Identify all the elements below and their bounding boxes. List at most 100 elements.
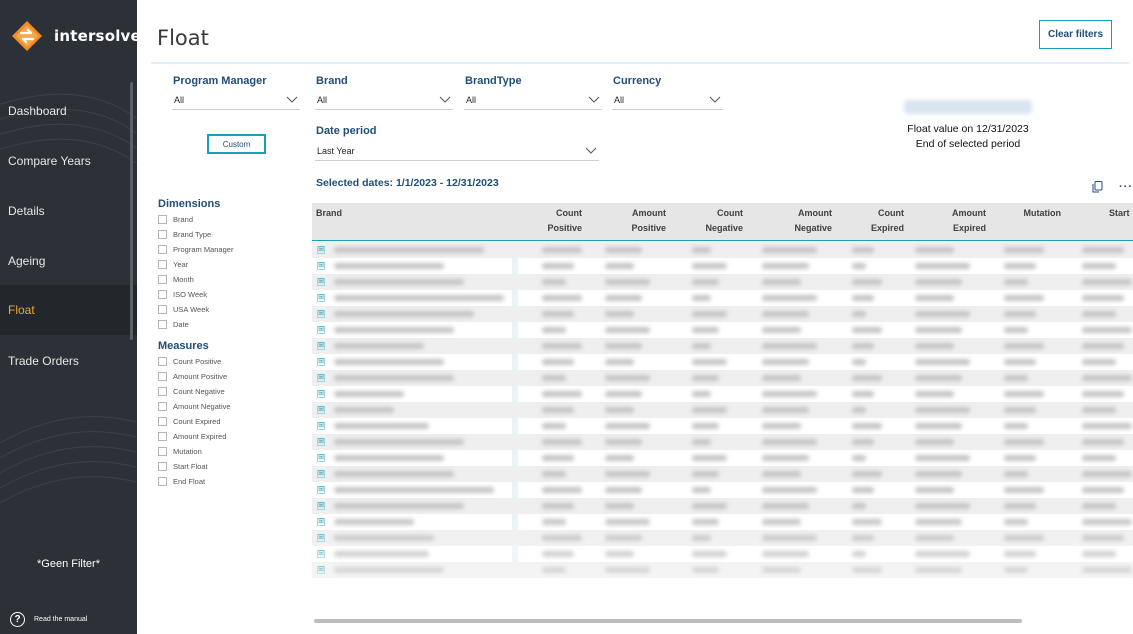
brand-dropdown[interactable]: All — [315, 91, 453, 110]
brandtype-dropdown[interactable]: All — [464, 91, 602, 110]
copy-icon[interactable] — [1092, 181, 1103, 193]
more-options-icon[interactable]: ··· — [1119, 181, 1133, 193]
column-header-amount-expired[interactable]: Amount Expired — [952, 206, 986, 236]
expand-row-icon[interactable]: ⊞ — [317, 486, 325, 494]
expand-row-icon[interactable]: ⊞ — [317, 422, 325, 430]
checkbox[interactable] — [158, 290, 167, 299]
table-row[interactable]: ⊞ — [312, 434, 1133, 450]
measure-option-start-float[interactable]: Start Float — [158, 459, 231, 474]
checkbox[interactable] — [158, 357, 167, 366]
expand-row-icon[interactable]: ⊞ — [317, 294, 325, 302]
measure-option-amount-expired[interactable]: Amount Expired — [158, 429, 231, 444]
column-header-count-expired[interactable]: Count Expired — [871, 206, 904, 236]
measure-option-amount-positive[interactable]: Amount Positive — [158, 369, 231, 384]
dimension-option-month[interactable]: Month — [158, 272, 233, 287]
read-manual-link[interactable]: ? Read the manual — [10, 612, 87, 627]
dimension-option-date[interactable]: Date — [158, 317, 233, 332]
table-row[interactable]: ⊞ — [312, 322, 1133, 338]
nav-item-dashboard[interactable]: Dashboard — [0, 86, 137, 136]
table-row[interactable]: ⊞ — [312, 354, 1133, 370]
table-row[interactable]: ⊞ — [312, 418, 1133, 434]
nav-item-float[interactable]: Float — [0, 285, 137, 335]
measure-option-count-positive[interactable]: Count Positive — [158, 354, 231, 369]
checkbox[interactable] — [158, 320, 167, 329]
measure-option-count-expired[interactable]: Count Expired — [158, 414, 231, 429]
expand-row-icon[interactable]: ⊞ — [317, 390, 325, 398]
checkbox[interactable] — [158, 260, 167, 269]
expand-row-icon[interactable]: ⊞ — [317, 470, 325, 478]
nav-item-details[interactable]: Details — [0, 186, 137, 236]
table-row[interactable]: ⊞ — [312, 258, 1133, 274]
dimension-option-usa-week[interactable]: USA Week — [158, 302, 233, 317]
checkbox[interactable] — [158, 477, 167, 486]
table-row[interactable]: ⊞ — [312, 450, 1133, 466]
checkbox[interactable] — [158, 230, 167, 239]
checkbox[interactable] — [158, 275, 167, 284]
table-horizontal-scrollbar[interactable] — [314, 619, 1022, 623]
expand-row-icon[interactable]: ⊞ — [317, 454, 325, 462]
column-header-amount-positive[interactable]: Amount Positive — [631, 206, 666, 236]
checkbox[interactable] — [158, 432, 167, 441]
column-header-amount-negative[interactable]: Amount Negative — [794, 206, 832, 236]
expand-row-icon[interactable]: ⊞ — [317, 374, 325, 382]
checkbox[interactable] — [158, 447, 167, 456]
date-period-value: Last Year — [317, 146, 355, 156]
nav-item-compare-years[interactable]: Compare Years — [0, 136, 137, 186]
checkbox[interactable] — [158, 387, 167, 396]
expand-row-icon[interactable]: ⊞ — [317, 278, 325, 286]
column-header-count-positive[interactable]: Count Positive — [547, 206, 582, 236]
expand-row-icon[interactable]: ⊞ — [317, 438, 325, 446]
expand-row-icon[interactable]: ⊞ — [317, 502, 325, 510]
custom-button[interactable]: Custom — [207, 134, 266, 154]
checkbox[interactable] — [158, 215, 167, 224]
table-row[interactable]: ⊞ — [312, 274, 1133, 290]
date-period-dropdown[interactable]: Last Year — [315, 142, 599, 161]
expand-row-icon[interactable]: ⊞ — [317, 406, 325, 414]
table-row[interactable]: ⊞ — [312, 498, 1133, 514]
table-row[interactable]: ⊞ — [312, 242, 1133, 258]
measure-option-end-float[interactable]: End Float — [158, 474, 231, 489]
table-row[interactable]: ⊞ — [312, 338, 1133, 354]
measure-option-mutation[interactable]: Mutation — [158, 444, 231, 459]
expand-row-icon[interactable]: ⊞ — [317, 246, 325, 254]
table-row[interactable]: ⊞ — [312, 402, 1133, 418]
checkbox[interactable] — [158, 417, 167, 426]
dimension-option-brand[interactable]: Brand — [158, 212, 233, 227]
checkbox[interactable] — [158, 372, 167, 381]
intersolve-logo-icon — [12, 21, 42, 51]
checkbox[interactable] — [158, 245, 167, 254]
dimension-option-program-manager[interactable]: Program Manager — [158, 242, 233, 257]
measure-option-amount-negative[interactable]: Amount Negative — [158, 399, 231, 414]
float-value-redacted — [904, 100, 1032, 114]
checkbox[interactable] — [158, 462, 167, 471]
table-row[interactable]: ⊞ — [312, 386, 1133, 402]
checkbox[interactable] — [158, 305, 167, 314]
expand-row-icon[interactable]: ⊞ — [317, 310, 325, 318]
column-header-mutation[interactable]: Mutation — [1024, 206, 1062, 221]
expand-row-icon[interactable]: ⊞ — [317, 262, 325, 270]
column-header-line: Positive — [631, 223, 666, 233]
currency-dropdown[interactable]: All — [612, 91, 723, 110]
sidebar-scrollbar[interactable] — [130, 82, 133, 340]
table-row[interactable]: ⊞ — [312, 370, 1133, 386]
program-manager-dropdown[interactable]: All — [172, 91, 300, 110]
measure-option-count-negative[interactable]: Count Negative — [158, 384, 231, 399]
table-row[interactable]: ⊞ — [312, 290, 1133, 306]
nav-item-trade-orders[interactable]: Trade Orders — [0, 336, 137, 386]
expand-row-icon[interactable]: ⊞ — [317, 358, 325, 366]
table-row[interactable]: ⊞ — [312, 306, 1133, 322]
dimension-option-brand-type[interactable]: Brand Type — [158, 227, 233, 242]
expand-row-icon[interactable]: ⊞ — [317, 326, 325, 334]
dimension-option-iso-week[interactable]: ISO Week — [158, 287, 233, 302]
expand-row-icon[interactable]: ⊞ — [317, 342, 325, 350]
table-row[interactable]: ⊞ — [312, 482, 1133, 498]
column-header-count-negative[interactable]: Count Negative — [705, 206, 743, 236]
redacted-cell — [692, 487, 711, 493]
nav-item-ageing[interactable]: Ageing — [0, 236, 137, 286]
checkbox[interactable] — [158, 402, 167, 411]
column-header-start[interactable]: Start — [1109, 206, 1130, 221]
clear-filters-button[interactable]: Clear filters — [1039, 20, 1112, 49]
dimension-option-year[interactable]: Year — [158, 257, 233, 272]
table-row[interactable]: ⊞ — [312, 466, 1133, 482]
column-header-brand[interactable]: Brand — [316, 206, 342, 221]
